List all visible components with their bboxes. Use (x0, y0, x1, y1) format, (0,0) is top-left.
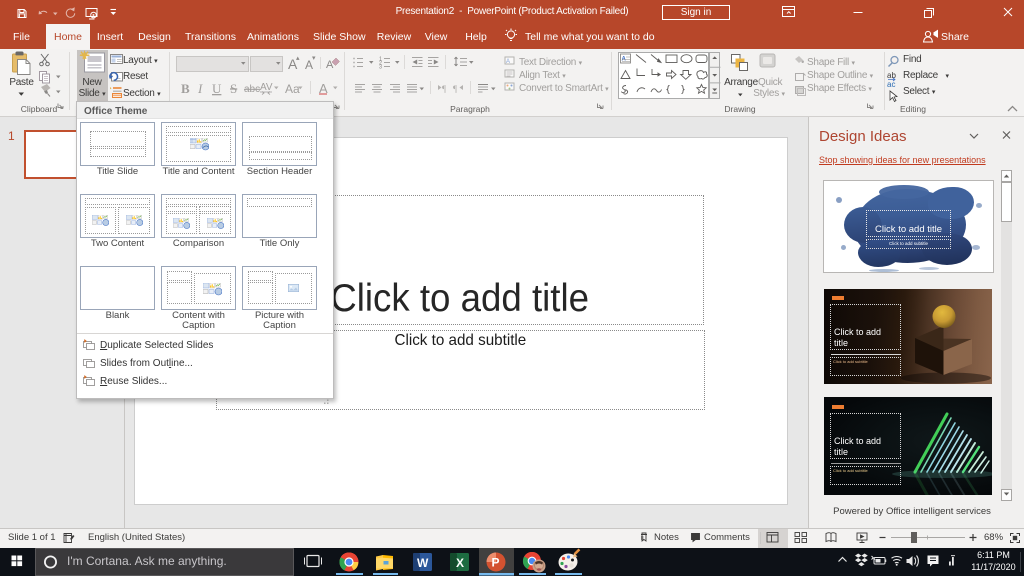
svg-text:S: S (230, 81, 237, 96)
svg-text:A: A (326, 59, 334, 71)
svg-text:AV: AV (260, 82, 273, 93)
svg-text:ab: ab (887, 71, 896, 80)
svg-text:X: X (456, 556, 464, 570)
svg-text:U: U (212, 81, 222, 96)
svg-text:W: W (417, 556, 429, 570)
svg-text:ac: ac (887, 80, 895, 89)
svg-text:A: A (506, 59, 510, 65)
svg-text:B: B (181, 81, 190, 96)
svg-text:P: P (492, 556, 500, 570)
svg-text:abc: abc (244, 84, 260, 95)
svg-text:Aa: Aa (285, 82, 300, 96)
svg-text:3: 3 (379, 65, 382, 71)
svg-text:▴: ▴ (296, 55, 300, 62)
svg-text:¶: ¶ (442, 84, 446, 94)
svg-text:¶: ¶ (453, 84, 457, 94)
svg-text:▾: ▾ (312, 55, 316, 62)
svg-text:I: I (197, 81, 203, 96)
